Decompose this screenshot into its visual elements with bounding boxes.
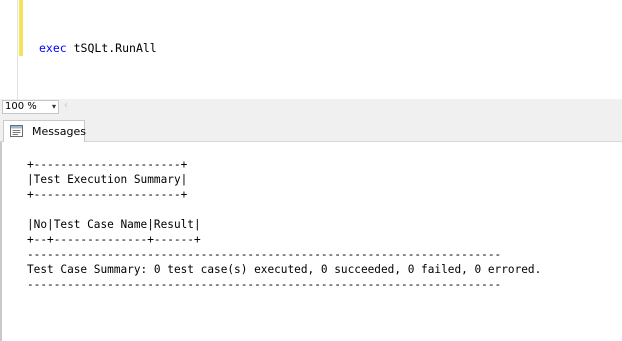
code-line[interactable]: exec tSQLt.RunAll [39, 41, 157, 55]
tab-label: Messages [32, 125, 86, 138]
message-line: +--+--------------+------+ [27, 233, 201, 246]
change-tracking-bar [19, 0, 23, 56]
results-tab-strip: Messages [0, 116, 622, 142]
code-statement: tSQLt.RunAll [66, 41, 157, 55]
message-line [27, 202, 541, 217]
message-line: +----------------------+ [27, 188, 188, 201]
message-line: |Test Execution Summary| [27, 173, 188, 186]
message-line: Test Case Summary: 0 test case(s) execut… [27, 263, 542, 276]
editor-gutter [0, 0, 18, 99]
messages-output: +----------------------+ |Test Execution … [27, 157, 541, 292]
scroll-left-icon[interactable]: ‹ [64, 100, 68, 111]
message-line: +----------------------+ [27, 158, 188, 171]
message-line: ----------------------------------------… [27, 278, 502, 291]
code-keyword: exec [39, 41, 67, 55]
messages-icon [10, 125, 23, 137]
query-editor[interactable]: exec tSQLt.RunAll [0, 0, 622, 99]
tab-messages[interactable]: Messages [3, 120, 86, 142]
zoom-value: 100 % [5, 101, 37, 112]
zoom-strip: 100 % ▾ ‹ [0, 99, 622, 116]
message-line: ----------------------------------------… [27, 248, 502, 261]
zoom-dropdown[interactable]: 100 % ▾ [2, 100, 59, 114]
message-line: |No|Test Case Name|Result| [27, 218, 201, 231]
chevron-down-icon: ▾ [51, 102, 56, 111]
messages-pane[interactable]: +----------------------+ |Test Execution … [0, 142, 622, 341]
